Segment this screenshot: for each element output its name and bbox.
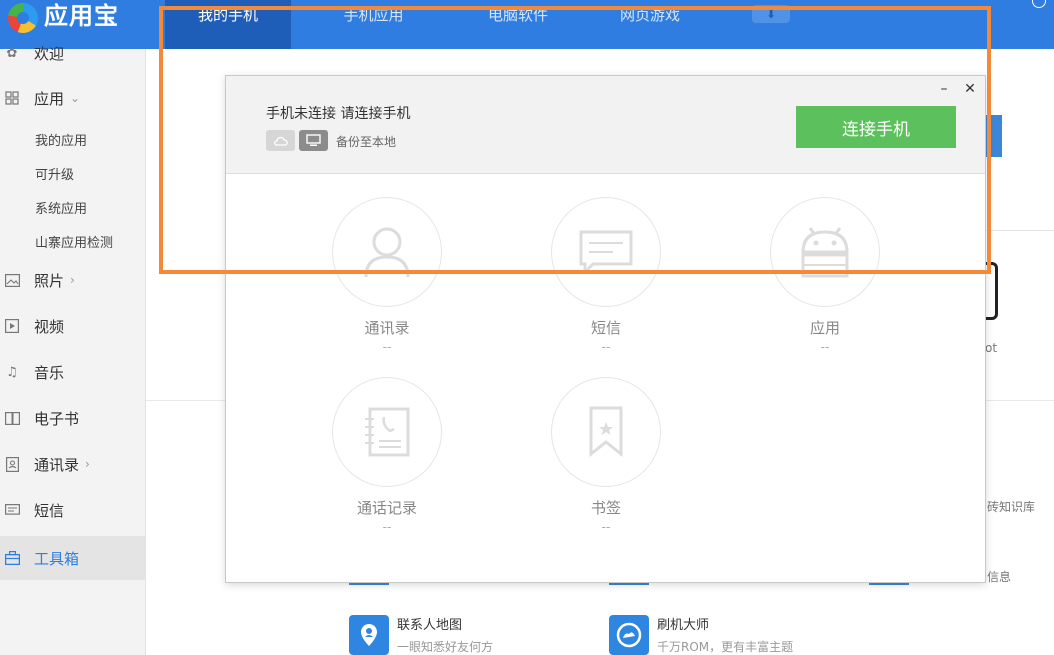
- tool-title: 联系人地图: [397, 618, 463, 633]
- chevron-down-icon: ⌄: [70, 91, 81, 105]
- sidebar-item-contacts[interactable]: 通讯录 ›: [0, 442, 145, 486]
- feature-call-log[interactable]: 通话记录 --: [307, 377, 467, 534]
- sidebar-item-label: 照片: [34, 271, 65, 290]
- feature-circle: [332, 377, 442, 487]
- feature-label: 短信: [590, 319, 621, 337]
- feature-label: 应用: [809, 319, 840, 337]
- phone-icon: [985, 262, 998, 320]
- sidebar-item-label: 应用: [34, 89, 65, 108]
- sidebar-item-apps[interactable]: 应用 ⌄: [0, 76, 145, 120]
- feature-value: --: [382, 340, 392, 354]
- feature-value: --: [382, 520, 392, 534]
- feature-value: --: [820, 340, 830, 354]
- sidebar-item-label: 欢迎: [34, 44, 65, 63]
- logo-icon: [8, 2, 38, 33]
- feature-apps[interactable]: 应用 --: [745, 197, 905, 354]
- feature-circle: [770, 197, 880, 307]
- close-button[interactable]: ✕: [962, 81, 978, 97]
- tool-contact-map[interactable]: 联系人地图 一眼知悉好友何方: [349, 614, 493, 655]
- chevron-right-icon: ›: [85, 457, 90, 471]
- feature-label: 通话记录: [356, 499, 417, 517]
- android-icon: [801, 227, 849, 278]
- flash-icon: [609, 614, 649, 655]
- music-icon: ♫: [6, 364, 18, 380]
- toolbox-icon: [4, 550, 20, 566]
- minimize-button[interactable]: –: [936, 81, 952, 97]
- contacts-icon: [4, 456, 20, 472]
- background-text: 砖知识库: [987, 500, 1036, 514]
- feature-circle: [551, 197, 661, 307]
- feature-label: 通讯录: [364, 319, 410, 337]
- tab-phone-apps[interactable]: 手机应用: [291, 0, 456, 49]
- feature-bookmarks[interactable]: 书签 --: [526, 377, 686, 534]
- person-icon: [364, 227, 410, 278]
- feature-value: --: [601, 520, 611, 534]
- sidebar-subitem-fake-app-check[interactable]: 山寨应用检测: [35, 232, 113, 251]
- feature-value: --: [601, 340, 611, 354]
- tab-web-games[interactable]: 网页游戏: [580, 0, 720, 49]
- tool-desc: 千万ROM，更有丰富主题: [657, 640, 794, 654]
- sidebar: ✿ 欢迎 应用 ⌄ 我的应用 可升级 系统应用 山寨应用检测 照片 › 视频 ♫…: [0, 45, 146, 655]
- grid-icon: [4, 90, 20, 106]
- location-icon: [349, 614, 389, 655]
- tool-desc: 一眼知悉好友何方: [397, 640, 494, 654]
- sidebar-item-label: 音乐: [34, 363, 65, 382]
- sidebar-subitem-system-apps[interactable]: 系统应用: [35, 198, 87, 217]
- sidebar-item-music[interactable]: ♫ 音乐: [0, 350, 145, 394]
- download-icon[interactable]: ⬇: [752, 5, 790, 23]
- top-bar: 应用宝 我的手机 手机应用 电脑软件 网页游戏 ⬇: [0, 0, 1054, 49]
- background-app-icon: [985, 115, 1002, 157]
- message-icon: [579, 230, 633, 274]
- background-text: 信息: [987, 570, 1012, 584]
- feature-label: 书签: [590, 499, 621, 517]
- sidebar-item-label: 工具箱: [34, 549, 80, 568]
- main-tabs: 我的手机 手机应用 电脑软件 网页游戏: [165, 0, 720, 49]
- feature-circle: [332, 197, 442, 307]
- sidebar-item-sms[interactable]: 短信: [0, 488, 145, 532]
- call-log-icon: [365, 407, 410, 457]
- tab-my-phone[interactable]: 我的手机: [165, 0, 291, 49]
- user-icon[interactable]: [1032, 0, 1046, 8]
- sidebar-item-ebook[interactable]: 电子书: [0, 396, 145, 440]
- sidebar-item-video[interactable]: 视频: [0, 304, 145, 348]
- connect-phone-button[interactable]: 连接手机: [796, 106, 956, 148]
- cloud-icon[interactable]: [266, 130, 295, 151]
- message-icon: [4, 502, 20, 518]
- feature-sms[interactable]: 短信 --: [526, 197, 686, 354]
- bookmark-icon: [589, 406, 623, 458]
- sidebar-item-photos[interactable]: 照片 ›: [0, 258, 145, 302]
- tool-title: 刷机大师: [657, 618, 710, 633]
- chevron-right-icon: ›: [70, 273, 75, 287]
- sidebar-item-welcome[interactable]: ✿ 欢迎: [0, 31, 145, 75]
- sidebar-subitem-upgradable[interactable]: 可升级: [35, 164, 74, 183]
- sidebar-item-toolbox[interactable]: 工具箱: [0, 536, 145, 580]
- app-name: 应用宝: [44, 2, 119, 30]
- computer-icon[interactable]: [299, 130, 328, 151]
- sidebar-item-label: 短信: [34, 501, 65, 520]
- background-text: ot: [985, 341, 998, 355]
- settings-icon: ✿: [6, 45, 18, 61]
- video-icon: [4, 318, 20, 334]
- sidebar-item-label: 通讯录: [34, 455, 80, 474]
- dialog-header: 手机未连接 请连接手机 备份至本地 连接手机 – ✕: [226, 76, 985, 174]
- book-icon: [4, 410, 20, 426]
- connect-phone-dialog: 手机未连接 请连接手机 备份至本地 连接手机 – ✕ 通讯录 -- 短信 -- …: [225, 75, 986, 583]
- feature-contacts[interactable]: 通讯录 --: [307, 197, 467, 354]
- feature-circle: [551, 377, 661, 487]
- sidebar-item-label: 电子书: [34, 409, 80, 428]
- backup-label: 备份至本地: [336, 135, 397, 149]
- sidebar-item-label: 视频: [34, 317, 65, 336]
- sidebar-subitem-my-apps[interactable]: 我的应用: [35, 130, 87, 149]
- image-icon: [4, 272, 20, 288]
- tab-pc-software[interactable]: 电脑软件: [456, 0, 580, 49]
- connection-status-text: 手机未连接 请连接手机: [266, 106, 411, 122]
- divider: [986, 230, 1054, 231]
- tool-flash-master[interactable]: 刷机大师 千万ROM，更有丰富主题: [609, 614, 793, 655]
